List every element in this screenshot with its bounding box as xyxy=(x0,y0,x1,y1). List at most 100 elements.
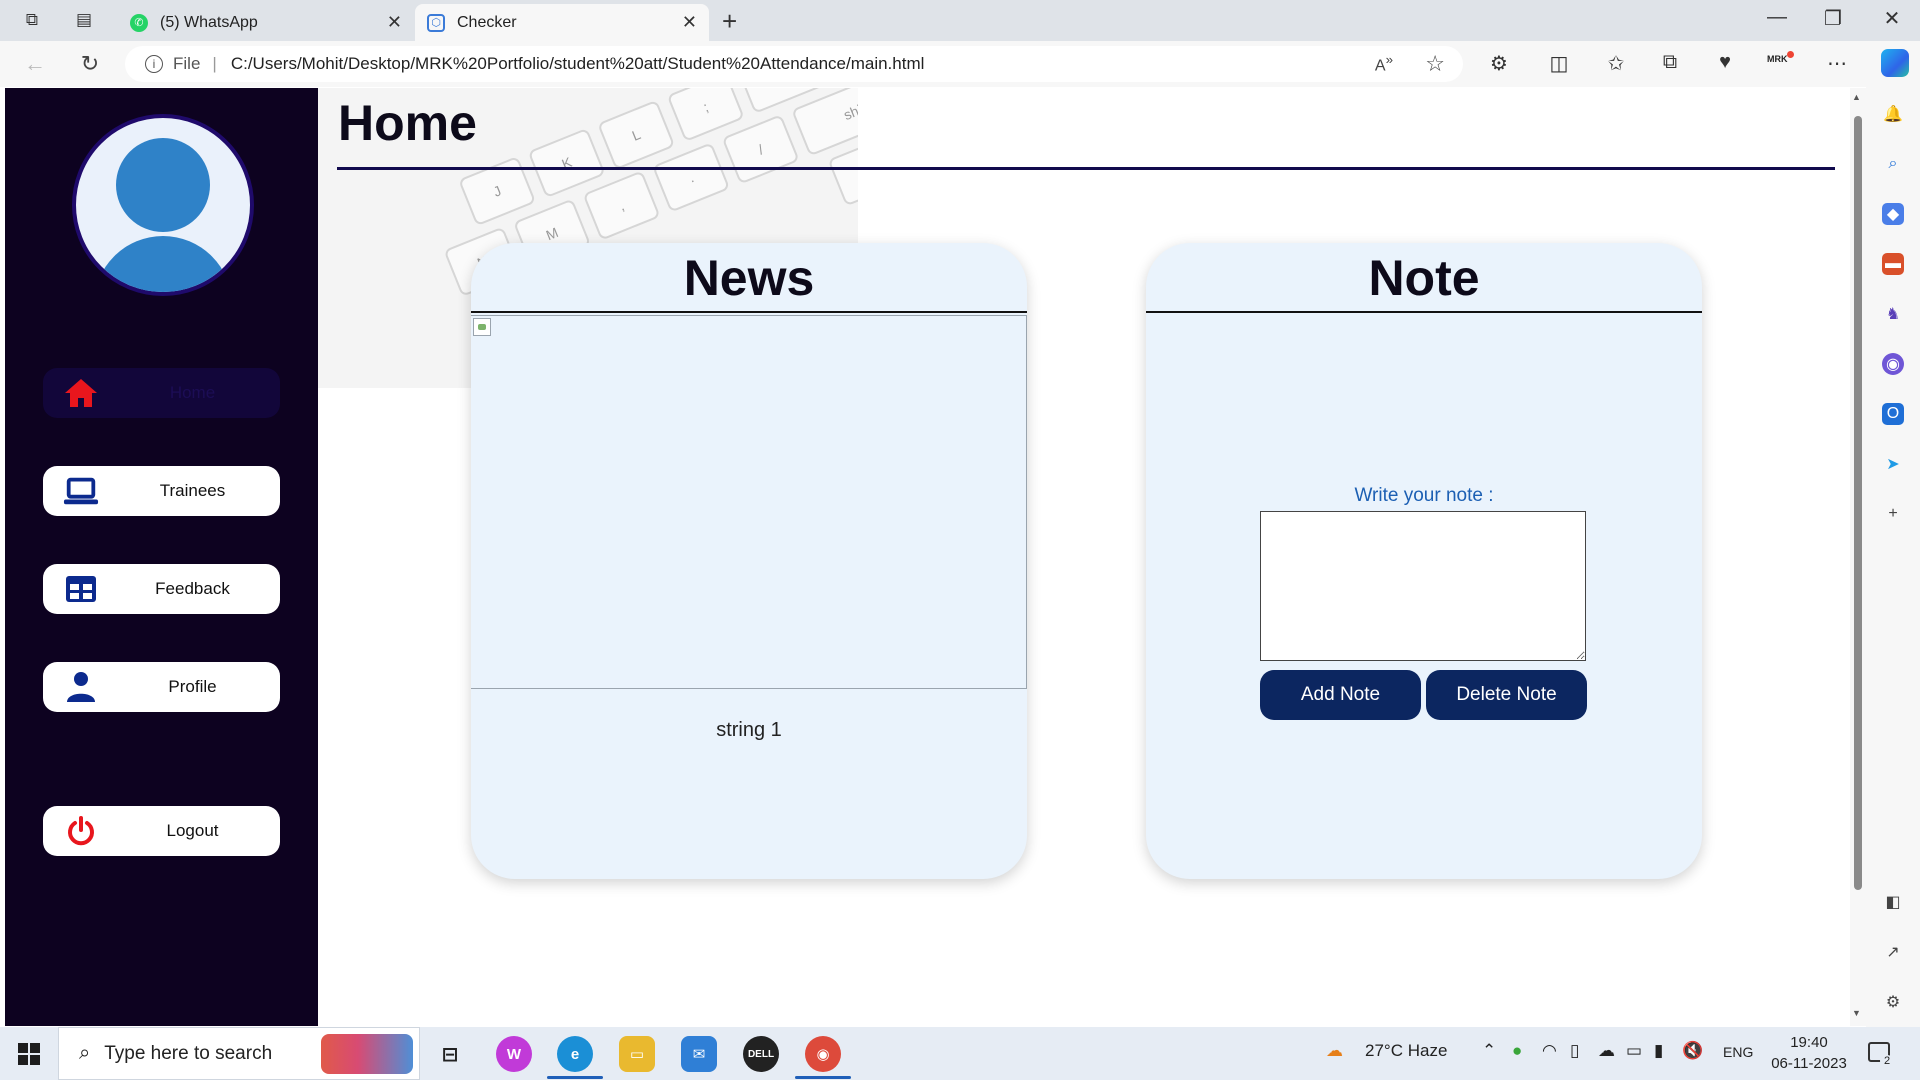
more-menu-icon[interactable]: ⋯ xyxy=(1822,51,1852,76)
weather-icon[interactable]: ☁ xyxy=(1326,1041,1343,1061)
sidebar-item-home[interactable]: Home xyxy=(43,368,280,418)
news-card: News string 1 xyxy=(471,243,1027,879)
add-note-button[interactable]: Add Note xyxy=(1260,670,1421,720)
browser-toolbar: ← ↻ i File | C:/Users/Mohit/Desktop/MRK%… xyxy=(0,41,1920,87)
browser-essentials-icon[interactable]: ♥ xyxy=(1710,51,1740,74)
note-textarea[interactable] xyxy=(1260,511,1586,661)
separator: | xyxy=(212,54,217,73)
power-icon xyxy=(63,813,99,849)
home-icon xyxy=(63,375,99,411)
key: . xyxy=(652,142,731,213)
url-text[interactable]: C:/Users/Mohit/Desktop/MRK%20Portfolio/s… xyxy=(231,54,925,74)
scroll-down-icon[interactable]: ▼ xyxy=(1852,1008,1861,1018)
collections-icon[interactable]: ⧉ xyxy=(1655,51,1685,74)
search-icon[interactable]: ⌕ xyxy=(1882,153,1904,175)
search-highlight-image xyxy=(321,1034,413,1074)
scroll-thumb[interactable] xyxy=(1854,116,1862,890)
favorite-star-icon[interactable]: ☆ xyxy=(1425,51,1445,77)
send-icon[interactable]: ➤ xyxy=(1882,453,1904,475)
windows-start-icon[interactable] xyxy=(18,1043,40,1065)
sidebar: Home Trainees Feedback Profile Logout xyxy=(5,88,318,1026)
split-screen-icon[interactable]: ◫ xyxy=(1544,51,1574,76)
device-icon[interactable]: ▯ xyxy=(1570,1041,1579,1061)
search-placeholder: Type here to search xyxy=(104,1042,273,1064)
window-close-icon[interactable]: ✕ xyxy=(1872,6,1912,31)
taskbar-search-input[interactable]: ⌕ Type here to search xyxy=(58,1027,420,1080)
file-explorer-icon[interactable]: ▭ xyxy=(619,1036,655,1072)
avatar-body xyxy=(94,236,232,292)
profile-avatar[interactable]: MRK xyxy=(1767,51,1793,64)
clock-time: 19:40 xyxy=(1790,1034,1828,1051)
whatsapp-icon: ✆ xyxy=(130,13,148,32)
language-indicator[interactable]: ENG xyxy=(1723,1044,1753,1060)
tray-app-icon[interactable]: ● xyxy=(1512,1041,1522,1061)
page-title: Home xyxy=(338,95,477,151)
refresh-icon[interactable]: ↻ xyxy=(75,51,105,77)
minimize-icon[interactable]: — xyxy=(1757,6,1797,29)
vertical-tabs-icon[interactable]: ▤ xyxy=(72,8,96,32)
add-icon[interactable]: + xyxy=(1882,503,1904,525)
onedrive-icon[interactable]: ☁ xyxy=(1598,1041,1615,1061)
checker-icon: ⬡ xyxy=(427,13,445,32)
new-tab-button[interactable]: + xyxy=(722,6,737,37)
info-icon[interactable]: i xyxy=(145,55,163,73)
settings-gear-icon[interactable]: ⚙ xyxy=(1882,991,1904,1013)
extensions-icon[interactable]: ⚙ xyxy=(1484,51,1514,76)
shopping-tag-icon[interactable]: ◆ xyxy=(1882,203,1904,225)
sidebar-item-profile[interactable]: Profile xyxy=(43,662,280,712)
tools-briefcase-icon[interactable]: ▬ xyxy=(1882,253,1904,275)
avatar-head xyxy=(116,138,210,232)
page-scrollbar[interactable]: ▲ ▼ xyxy=(1850,88,1866,1026)
volume-muted-icon[interactable]: 🔇 xyxy=(1682,1041,1703,1061)
microsoft-365-icon[interactable]: ◉ xyxy=(1882,353,1904,375)
battery-icon[interactable]: ▮ xyxy=(1654,1041,1663,1061)
clock[interactable]: 19:40 06-11-2023 xyxy=(1764,1032,1854,1074)
dell-icon[interactable]: DELL xyxy=(743,1036,779,1072)
browser-tab-bar: ⧉ ▤ ✆ (5) WhatsApp ✕ ⬡ Checker ✕ + — ❐ ✕ xyxy=(0,0,1920,41)
note-field-label: Write your note : xyxy=(1354,485,1494,506)
tab-whatsapp[interactable]: ✆ (5) WhatsApp ✕ xyxy=(118,4,414,41)
address-bar[interactable]: i File | C:/Users/Mohit/Desktop/MRK%20Po… xyxy=(125,46,1463,82)
note-title: Note xyxy=(1146,243,1702,313)
scroll-up-icon[interactable]: ▲ xyxy=(1852,92,1861,102)
sidebar-item-feedback[interactable]: Feedback xyxy=(43,564,280,614)
sidebar-item-logout[interactable]: Logout xyxy=(43,806,280,856)
key: , xyxy=(582,170,661,241)
wps-app-icon[interactable]: W xyxy=(496,1036,532,1072)
tab-checker[interactable]: ⬡ Checker ✕ xyxy=(415,4,709,41)
key: L xyxy=(597,99,676,171)
notification-bell-icon[interactable]: 🔔 xyxy=(1882,103,1904,125)
search-icon: ⌕ xyxy=(79,1042,91,1064)
key: K xyxy=(527,127,606,199)
notification-count-badge: 2 xyxy=(1880,1055,1894,1067)
workspaces-icon[interactable]: ⧉ xyxy=(20,8,44,32)
sidebar-toggle-icon[interactable]: ◧ xyxy=(1882,891,1904,913)
broken-image-icon xyxy=(473,318,491,336)
sidebar-item-trainees[interactable]: Trainees xyxy=(43,466,280,516)
favorites-icon[interactable]: ✩ xyxy=(1601,51,1631,76)
open-external-icon[interactable]: ↗ xyxy=(1882,941,1904,963)
active-app-indicator xyxy=(547,1076,603,1079)
show-hidden-icons-icon[interactable]: ⌃ xyxy=(1482,1041,1496,1061)
display-icon[interactable]: ▭ xyxy=(1626,1041,1642,1061)
close-icon[interactable]: ✕ xyxy=(387,12,402,33)
back-icon[interactable]: ← xyxy=(20,51,50,77)
outlook-icon[interactable]: O xyxy=(1882,403,1904,425)
games-icon[interactable]: ♞ xyxy=(1882,303,1904,325)
restore-icon[interactable]: ❐ xyxy=(1813,6,1853,31)
table-icon xyxy=(63,571,99,607)
close-icon[interactable]: ✕ xyxy=(682,12,697,33)
tab-title: (5) WhatsApp xyxy=(160,13,258,31)
network-icon[interactable]: ◠ xyxy=(1542,1041,1557,1061)
weather-text[interactable]: 27°C Haze xyxy=(1365,1041,1447,1061)
read-aloud-icon[interactable]: A» xyxy=(1375,52,1393,75)
copilot-icon[interactable] xyxy=(1881,49,1909,77)
file-label: File xyxy=(173,54,201,73)
avatar xyxy=(72,114,254,296)
edge-browser-icon[interactable]: e xyxy=(557,1036,593,1072)
mail-icon[interactable]: ✉ xyxy=(681,1036,717,1072)
delete-note-button[interactable]: Delete Note xyxy=(1426,670,1587,720)
edge-sidebar: 🔔 ⌕ ◆ ▬ ♞ ◉ O ➤ + ◧ ↗ ⚙ xyxy=(1866,87,1920,1027)
chrome-icon[interactable]: ◉ xyxy=(805,1036,841,1072)
task-view-icon[interactable]: ⊟ xyxy=(432,1036,468,1072)
